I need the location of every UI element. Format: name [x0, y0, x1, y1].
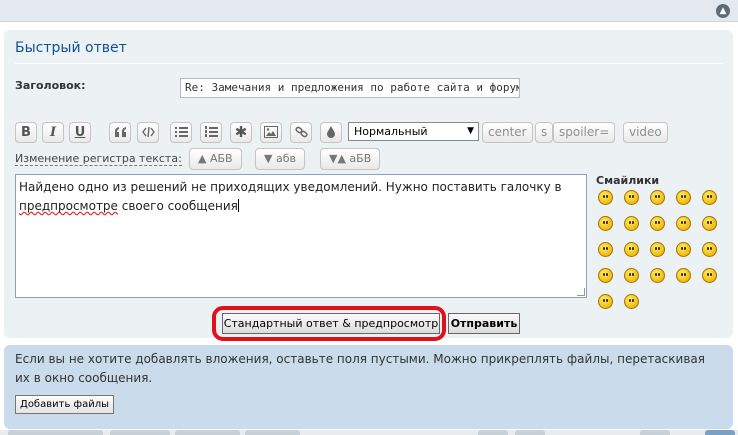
smiley-icon[interactable]: [624, 216, 639, 231]
misspelled-word: предпросмотре: [19, 199, 118, 213]
smiley-icon[interactable]: [598, 216, 613, 231]
bottom-tab: [478, 430, 508, 435]
smiley-icon[interactable]: [624, 268, 639, 283]
italic-button[interactable]: I: [42, 122, 64, 143]
highlight-annotation: [212, 306, 446, 341]
bottom-tab: [110, 430, 170, 435]
smiley-icon[interactable]: [676, 190, 691, 205]
image-icon: [264, 126, 278, 138]
asterisk-button[interactable]: ✱: [230, 122, 252, 143]
quote-icon: [114, 127, 126, 137]
strike-button[interactable]: s: [535, 122, 554, 143]
numbered-list-icon: [204, 126, 218, 137]
message-line-2: своего сообщения: [117, 199, 238, 213]
quote-button[interactable]: [109, 122, 131, 143]
chevron-up-icon[interactable]: ▲: [716, 4, 730, 18]
code-icon: [141, 126, 155, 138]
add-files-button[interactable]: Добавить файлы: [15, 395, 114, 414]
list-button[interactable]: [170, 122, 192, 143]
message-textarea[interactable]: Найдено одно из решений не приходящих ув…: [15, 174, 587, 298]
resize-handle[interactable]: [577, 288, 585, 296]
bold-button[interactable]: B: [15, 122, 37, 143]
uppercase-button[interactable]: ▲ АБВ: [189, 148, 242, 170]
attachments-note: Если вы не хотите добавлять вложения, ос…: [15, 352, 705, 385]
invert-case-button[interactable]: ▼▲ аБВ: [320, 148, 381, 170]
case-change-label[interactable]: Изменение регистра текста:: [15, 152, 182, 166]
submit-button[interactable]: Отправить: [448, 313, 520, 334]
text-caret: [237, 199, 239, 212]
subject-label: Заголовок:: [15, 79, 86, 92]
quick-reply-panel: Быстрый ответ Заголовок: Re: Замечания и…: [4, 30, 733, 341]
smiley-icon[interactable]: [598, 268, 613, 283]
message-line-1: Найдено одно из решений не приходящих ув…: [19, 180, 562, 194]
bottom-tab: [705, 430, 735, 435]
panel-title: Быстрый ответ: [15, 40, 127, 56]
bottom-tab: [640, 430, 670, 435]
smiley-icon[interactable]: [650, 268, 665, 283]
smiley-icon[interactable]: [676, 268, 691, 283]
droplet-icon: [327, 126, 335, 138]
bottom-tab: [175, 430, 240, 435]
list-icon: [174, 127, 188, 137]
underline-button[interactable]: U: [69, 122, 91, 143]
bottom-tab: [515, 430, 545, 435]
smiley-icon[interactable]: [598, 242, 613, 257]
numbered-list-button[interactable]: [200, 122, 222, 143]
smiley-icon[interactable]: [624, 294, 639, 309]
asterisk-icon: ✱: [234, 123, 248, 141]
smilies-title: Смайлики: [596, 174, 660, 187]
bottom-tab: [245, 430, 300, 435]
smiley-icon[interactable]: [650, 242, 665, 257]
smiley-icon[interactable]: [702, 268, 717, 283]
center-button[interactable]: center: [482, 122, 533, 143]
bottom-tab: [8, 430, 103, 435]
dropdown-arrow-icon: ▼: [467, 126, 474, 136]
smiley-icon[interactable]: [598, 190, 613, 205]
smiley-icon[interactable]: [702, 190, 717, 205]
subject-input[interactable]: Re: Замечания и предложения по работе са…: [180, 78, 520, 98]
link-icon: [294, 126, 308, 138]
italic-icon: I: [49, 125, 57, 140]
top-strip: ▲: [0, 0, 738, 22]
lowercase-button[interactable]: ▼ абв: [255, 148, 305, 170]
font-size-value: Нормальный: [354, 125, 428, 138]
attachments-panel: Если вы не хотите добавлять вложения, ос…: [4, 345, 733, 429]
smiley-icon[interactable]: [598, 294, 613, 309]
code-button[interactable]: [137, 122, 159, 143]
bold-icon: B: [21, 125, 31, 140]
smiley-icon[interactable]: [676, 242, 691, 257]
smiley-icon[interactable]: [702, 242, 717, 257]
video-button[interactable]: video: [623, 122, 668, 143]
title-divider: [15, 63, 723, 64]
underline-icon: U: [74, 125, 86, 140]
smiley-icon[interactable]: [650, 190, 665, 205]
smiley-icon[interactable]: [676, 216, 691, 231]
spoiler-button[interactable]: spoiler=: [553, 122, 616, 143]
image-button[interactable]: [260, 122, 282, 143]
smiley-icon[interactable]: [624, 190, 639, 205]
smiley-icon[interactable]: [624, 242, 639, 257]
smiley-icon[interactable]: [650, 216, 665, 231]
font-size-select[interactable]: Нормальный ▼: [348, 122, 479, 141]
smiley-icon[interactable]: [702, 216, 717, 231]
link-button[interactable]: [290, 122, 312, 143]
color-button[interactable]: [320, 122, 342, 143]
